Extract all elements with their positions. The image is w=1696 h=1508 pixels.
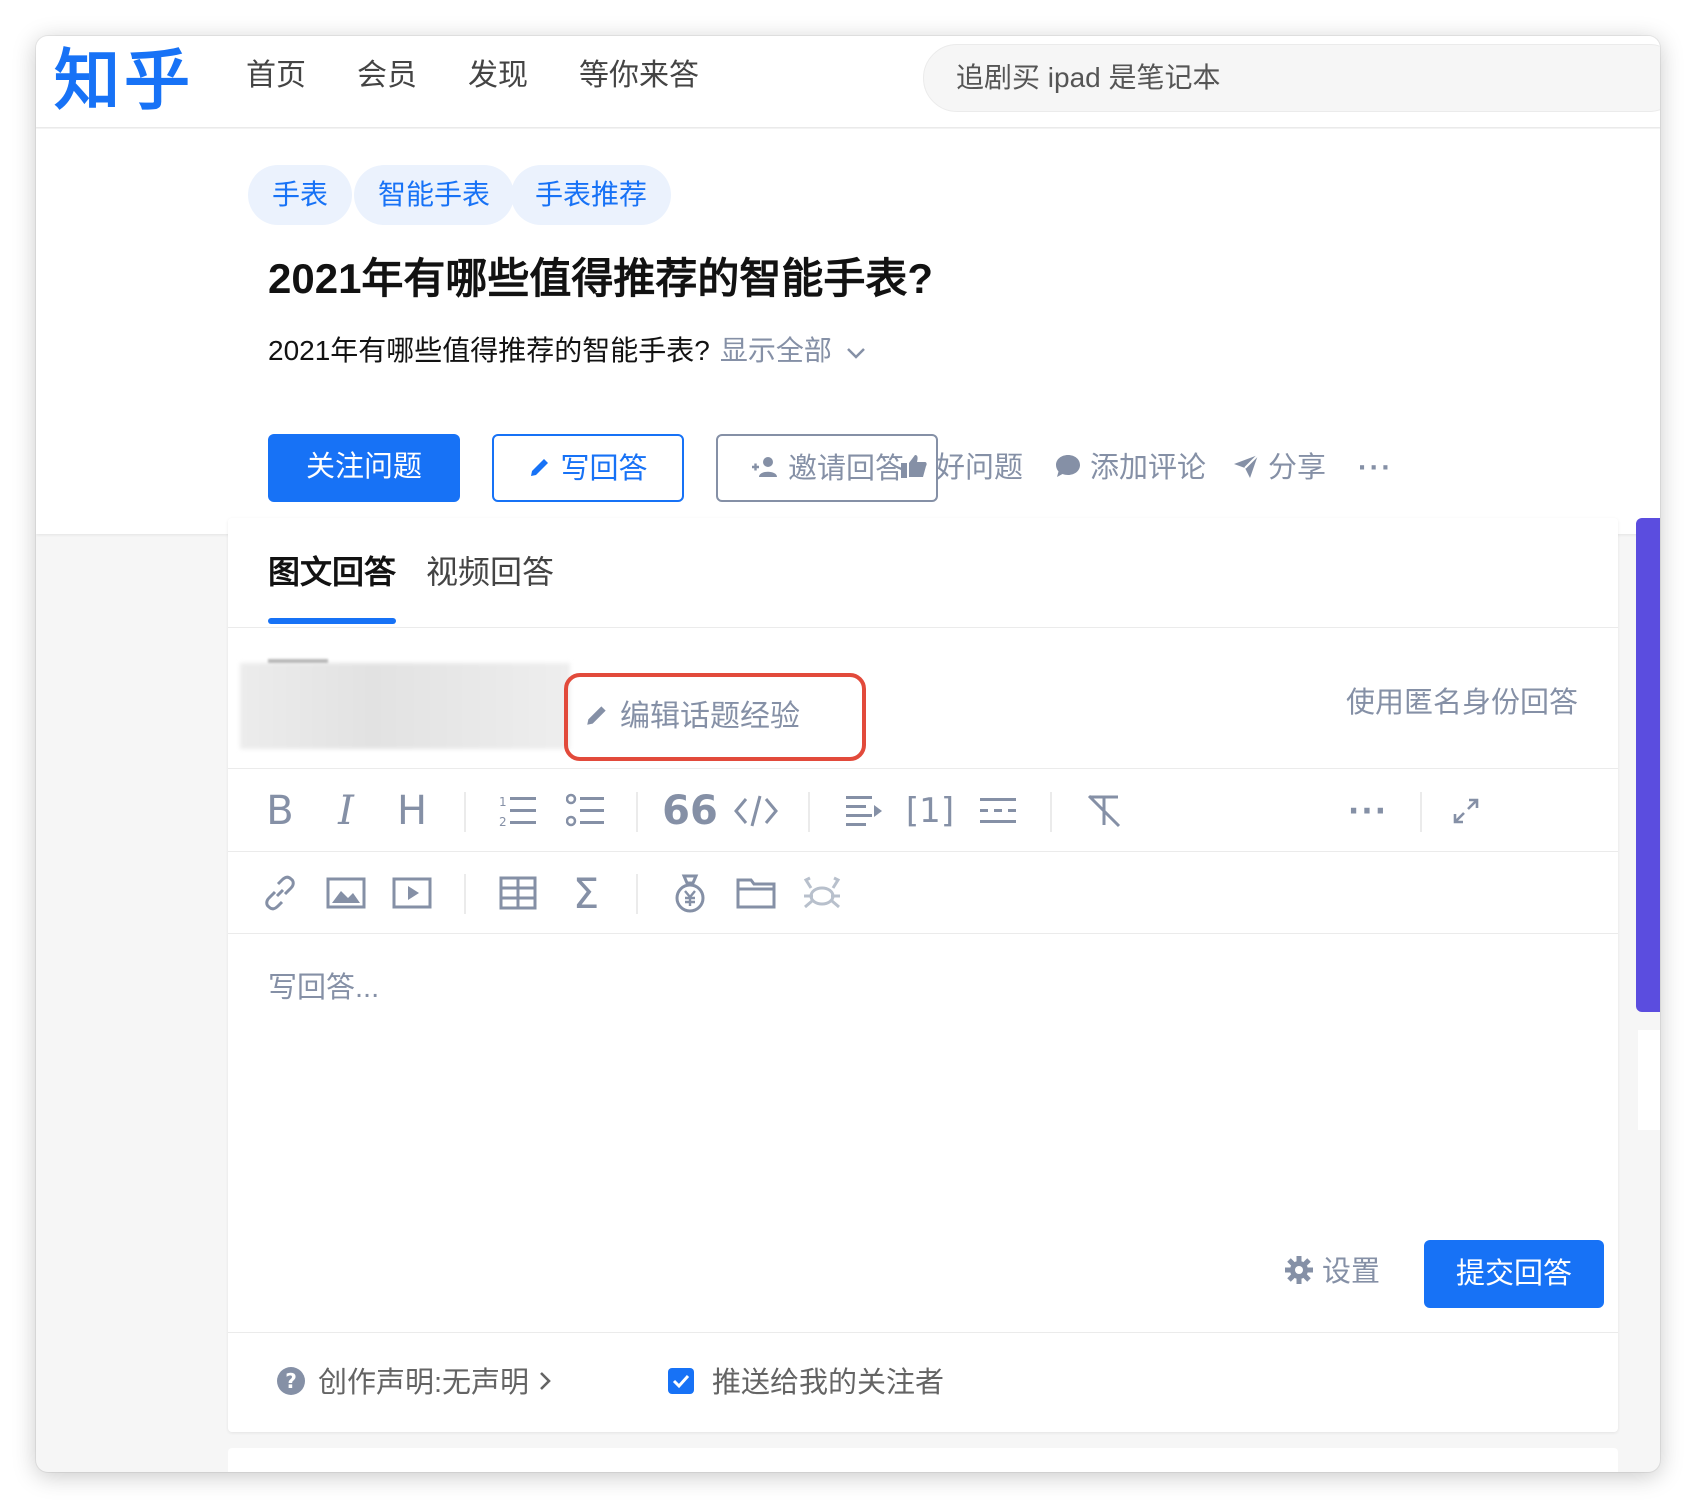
search-input[interactable] xyxy=(956,45,1636,111)
answer-type-tabs: 图文回答 视频回答 xyxy=(228,518,1618,628)
show-all-label: 显示全部 xyxy=(719,335,832,366)
help-circle-icon: ? xyxy=(277,1367,305,1396)
settings-label: 设置 xyxy=(1322,1256,1381,1288)
toolbar-divider xyxy=(1050,792,1052,832)
svg-text:?: ? xyxy=(285,1369,297,1393)
italic-icon[interactable]: I xyxy=(322,787,370,835)
sidebar-card xyxy=(1638,1030,1660,1130)
toolbar-divider xyxy=(464,792,466,832)
blurred-author-profile xyxy=(240,663,570,749)
toolbar-divider xyxy=(808,792,810,832)
add-user-icon xyxy=(751,457,777,478)
check-icon xyxy=(672,1375,690,1389)
divider-icon[interactable] xyxy=(974,787,1022,835)
crab-icon[interactable] xyxy=(798,869,846,917)
good-question-label: 好问题 xyxy=(936,452,1024,484)
editor-footer: ? 创作声明:无声明 推送给我的关注者 xyxy=(228,1332,1618,1432)
quote-icon[interactable]: 66 xyxy=(662,787,718,835)
topic-tag[interactable]: 手表推荐 xyxy=(511,165,672,225)
video-icon[interactable] xyxy=(388,869,436,917)
edit-topic-experience-button[interactable]: 编辑话题经验 xyxy=(564,673,866,761)
tab-image-text-answer[interactable]: 图文回答 xyxy=(268,550,396,594)
creation-declaration-label: 创作声明:无声明 xyxy=(318,1367,530,1399)
browser-window: 知乎 首页 会员 发现 等你来答 手表 智能手表 手表推荐 2021年有哪些值得… xyxy=(36,36,1660,1472)
next-card xyxy=(228,1448,1618,1472)
push-to-followers-label: 推送给我的关注者 xyxy=(712,1367,945,1399)
nav-item-home[interactable]: 首页 xyxy=(246,56,306,96)
bold-icon[interactable]: B xyxy=(256,787,304,835)
nav-item-discover[interactable]: 发现 xyxy=(468,56,528,96)
search-box[interactable] xyxy=(923,44,1660,112)
invite-answer-label: 邀请回答 xyxy=(787,453,904,485)
question-description: 2021年有哪些值得推荐的智能手表? 显示全部 xyxy=(268,331,866,371)
table-icon[interactable] xyxy=(494,869,542,917)
send-icon xyxy=(1234,454,1259,479)
write-answer-label: 写回答 xyxy=(560,453,648,485)
push-to-followers-checkbox[interactable] xyxy=(668,1368,694,1395)
topic-tag[interactable]: 智能手表 xyxy=(354,165,515,225)
submit-answer-button[interactable]: 提交回答 xyxy=(1424,1240,1604,1308)
toolbar-divider xyxy=(636,874,638,914)
share-button[interactable]: 分享 xyxy=(1232,444,1326,492)
image-icon[interactable] xyxy=(322,869,370,917)
editor-toolbar-insert: Σ xyxy=(228,852,1618,934)
push-to-followers-option[interactable]: 推送给我的关注者 xyxy=(668,1363,944,1403)
more-icon[interactable]: ··· xyxy=(1344,787,1392,835)
follow-question-button[interactable]: 关注问题 xyxy=(268,434,460,502)
author-row: 编辑话题经验 使用匿名身份回答 xyxy=(228,629,1618,769)
add-comment-button[interactable]: 添加评论 xyxy=(1054,444,1206,492)
gear-icon xyxy=(1285,1256,1313,1285)
toolbar-divider xyxy=(464,874,466,914)
pencil-icon xyxy=(531,459,549,477)
blurred-author-detail xyxy=(268,659,328,663)
align-icon[interactable] xyxy=(840,787,888,835)
editor-toolbar-primary: B I H 12 66 [1] ··· xyxy=(228,770,1618,852)
nav-item-waiting-answers[interactable]: 等你来答 xyxy=(579,56,699,96)
topic-tag[interactable]: 手表 xyxy=(248,165,353,225)
sidebar-accent-card xyxy=(1636,518,1660,1012)
write-answer-button[interactable]: 写回答 xyxy=(492,434,684,502)
top-nav: 知乎 首页 会员 发现 等你来答 xyxy=(36,36,1660,128)
formula-icon[interactable]: Σ xyxy=(562,869,610,918)
active-tab-indicator xyxy=(268,618,396,624)
settings-button[interactable]: 设置 xyxy=(1284,1250,1380,1294)
thumbs-up-icon xyxy=(901,455,927,479)
tab-video-answer[interactable]: 视频回答 xyxy=(426,550,554,594)
ordered-list-icon[interactable]: 12 xyxy=(494,787,542,835)
toolbar-divider xyxy=(636,792,638,832)
anonymous-answer-link[interactable]: 使用匿名身份回答 xyxy=(1346,681,1578,725)
code-icon[interactable] xyxy=(732,787,780,835)
unordered-list-icon[interactable] xyxy=(562,787,610,835)
zhihu-logo[interactable]: 知乎 xyxy=(54,40,194,120)
link-icon[interactable] xyxy=(256,869,304,917)
answer-text-area[interactable]: 写回答... xyxy=(268,966,379,1010)
question-title: 2021年有哪些值得推荐的智能手表? xyxy=(268,255,934,302)
pencil-icon xyxy=(587,706,606,725)
more-actions-button[interactable]: ··· xyxy=(1358,444,1393,492)
show-all-link[interactable]: 显示全部 xyxy=(720,335,866,366)
nav-item-membership[interactable]: 会员 xyxy=(357,56,417,96)
question-description-text: 2021年有哪些值得推荐的智能手表? xyxy=(268,335,710,366)
good-question-button[interactable]: 好问题 xyxy=(900,444,1023,492)
chevron-right-icon xyxy=(540,1372,551,1391)
add-comment-label: 添加评论 xyxy=(1090,452,1207,484)
svg-text:2: 2 xyxy=(499,815,507,829)
money-bag-icon[interactable] xyxy=(666,869,714,917)
edit-topic-experience-label: 编辑话题经验 xyxy=(620,700,800,733)
creation-declaration-selector[interactable]: ? 创作声明:无声明 xyxy=(276,1363,565,1403)
chevron-down-icon xyxy=(847,347,865,359)
question-header: 手表 智能手表 手表推荐 2021年有哪些值得推荐的智能手表? 2021年有哪些… xyxy=(36,129,1660,534)
comment-bubble-icon xyxy=(1056,455,1080,478)
toolbar-divider xyxy=(1420,792,1422,832)
fullscreen-icon[interactable] xyxy=(1442,787,1490,835)
reference-icon[interactable]: [1] xyxy=(906,787,954,835)
svg-text:1: 1 xyxy=(499,795,507,809)
heading-icon[interactable]: H xyxy=(388,787,436,835)
answer-editor-card: 图文回答 视频回答 编辑话题经验 使用匿名身份回答 B I H 12 66 [1… xyxy=(228,518,1618,1432)
folder-icon[interactable] xyxy=(732,869,780,917)
clear-format-icon[interactable] xyxy=(1080,787,1128,835)
share-label: 分享 xyxy=(1268,452,1327,484)
